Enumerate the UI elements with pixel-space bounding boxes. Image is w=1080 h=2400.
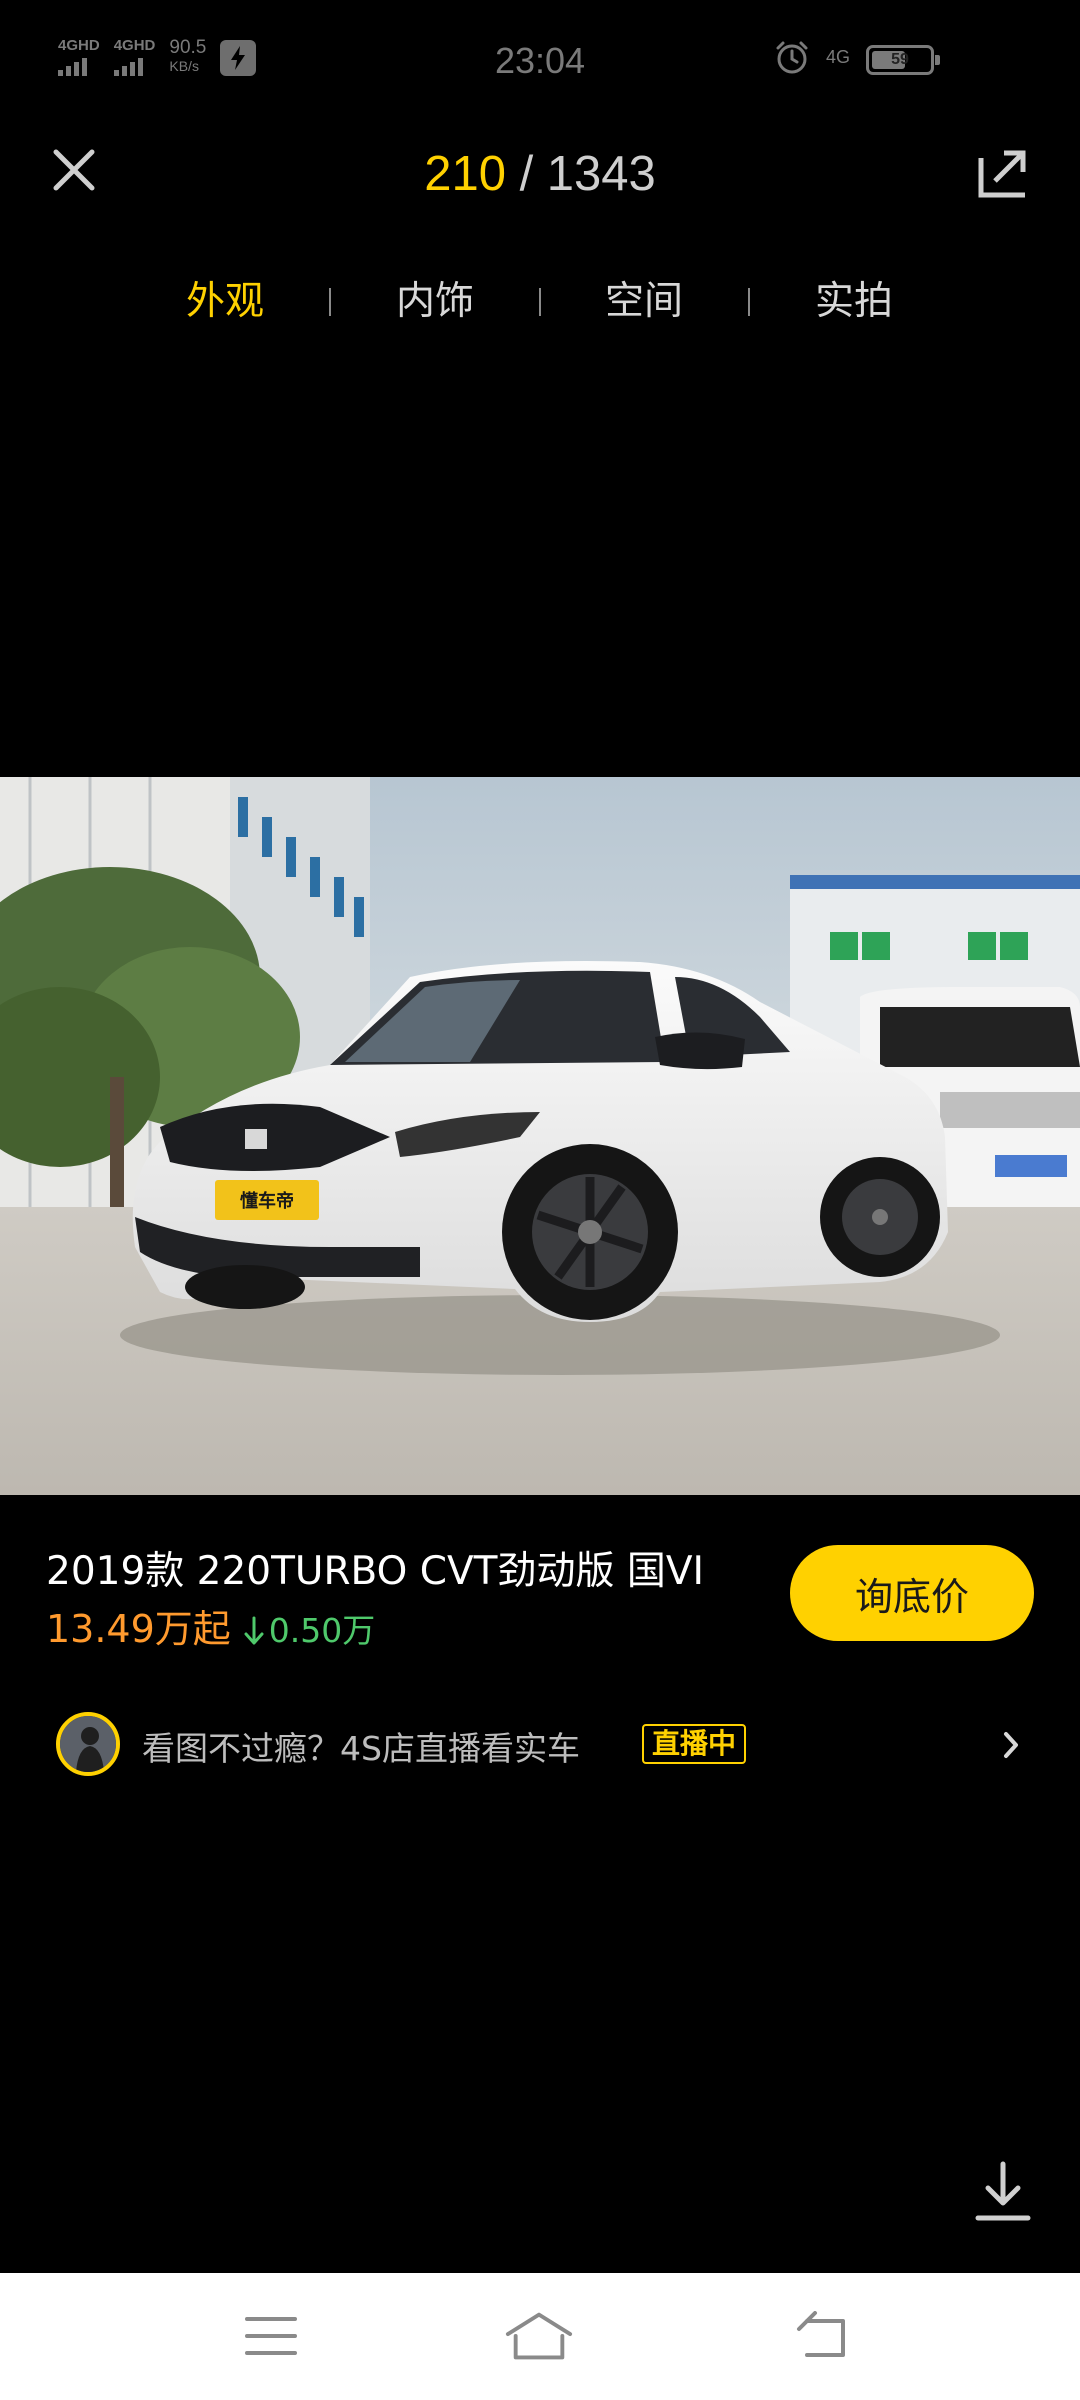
tab-space[interactable]: 空间 <box>584 270 704 334</box>
tab-divider <box>539 288 541 316</box>
tab-real-shots[interactable]: 实拍 <box>794 270 914 334</box>
network-type: 4G <box>825 47 850 67</box>
photo-current-index: 210 <box>424 147 506 201</box>
menu-icon <box>245 2317 297 2355</box>
menu-button[interactable] <box>236 2303 306 2369</box>
home-icon <box>505 2312 573 2360</box>
inquiry-price-button[interactable]: 询底价 <box>790 1545 1034 1641</box>
photo-watermark: 懂车帝 <box>240 1190 294 1212</box>
avatar <box>56 1712 120 1776</box>
photo-counter-separator: / <box>505 147 547 201</box>
car-model-title: 2019款 220TURBO CVT劲动版 国VI <box>46 1549 705 1594</box>
car-price: 13.49万起 <box>46 1607 231 1651</box>
category-tabs: 外观 内饰 空间 实拍 <box>0 270 1080 334</box>
chevron-right-icon <box>1004 1732 1018 1758</box>
tab-divider <box>329 288 331 316</box>
share-button[interactable] <box>974 144 1032 202</box>
tab-exterior[interactable]: 外观 <box>165 270 285 334</box>
download-icon <box>975 2161 1031 2221</box>
live-status-badge: 直播中 <box>642 1724 747 1764</box>
price-row: 13.49万起 0.50万 <box>46 1598 375 1653</box>
live-stream-banner[interactable]: 看图不过瘾？4S店直播看实车 直播中 <box>52 1708 1042 1782</box>
status-bar: 4GHD 4GHD 90.5 KB/s 23:04 4G 59 <box>0 0 1080 120</box>
download-button[interactable] <box>972 2160 1034 2224</box>
share-icon <box>978 150 1026 198</box>
status-right: 4G 59 <box>774 40 940 80</box>
back-icon <box>797 2311 845 2357</box>
tab-divider <box>748 288 750 316</box>
tab-interior[interactable]: 内饰 <box>375 270 495 334</box>
car-photo[interactable]: 懂车帝 <box>0 777 1080 1495</box>
car-photo-illustration: 懂车帝 <box>0 777 1080 1495</box>
price-drop: 0.50万 <box>268 1611 376 1650</box>
photo-counter: 210 / 1343 <box>0 146 1080 202</box>
alarm-icon <box>774 40 810 80</box>
battery-level: 59 <box>891 51 909 68</box>
back-button[interactable] <box>788 2303 858 2369</box>
home-button[interactable] <box>504 2303 574 2369</box>
battery-icon: 59 <box>866 45 940 75</box>
photo-total: 1343 <box>546 147 656 201</box>
arrow-down-icon <box>243 1616 265 1646</box>
live-stream-text: 看图不过瘾？4S店直播看实车 <box>142 1729 580 1768</box>
system-nav-bar <box>0 2273 1080 2400</box>
